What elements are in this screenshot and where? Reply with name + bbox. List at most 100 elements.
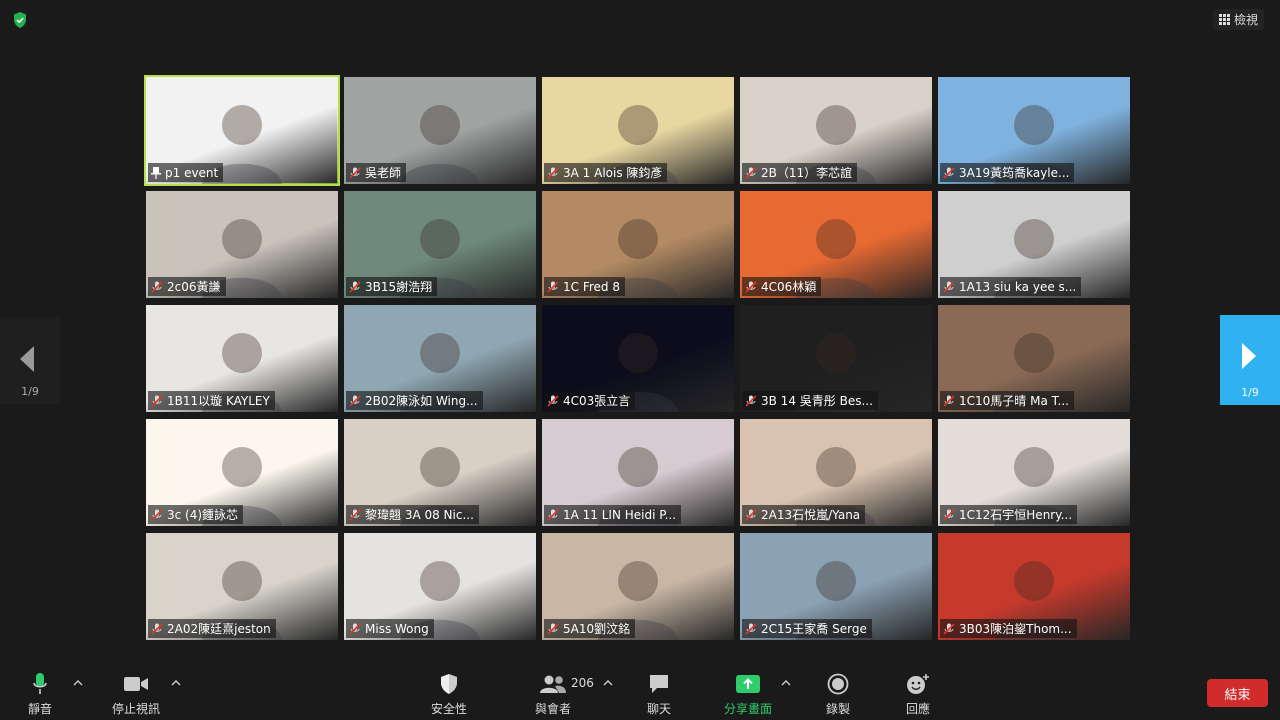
security-shield-icon[interactable] [10,10,30,30]
participant-video-tile[interactable]: 3c (4)鍾詠芯 [146,419,338,526]
participant-video-tile[interactable]: 2A02陳廷熹jeston [146,533,338,640]
participant-video-tile[interactable]: Miss Wong [344,533,536,640]
security-button[interactable]: 安全性 [431,672,467,717]
record-button[interactable]: 錄製 [826,672,850,717]
participant-name: 1B11以璇 KAYLEY [167,394,270,408]
participant-name-label: 2C15王家喬 Serge [742,619,872,638]
microphone-muted-icon [547,280,559,293]
participant-name-label: 吳老師 [346,163,407,182]
microphone-muted-icon [151,508,163,521]
participant-name-label: 4C06林穎 [742,277,822,296]
microphone-muted-icon [151,394,163,407]
shield-icon [439,672,459,696]
microphone-muted-icon [547,508,559,521]
reactions-label: 回應 [906,702,931,716]
participant-name: 2c06黃謙 [167,280,221,294]
participant-video-tile[interactable]: 3B15謝浩翔 [344,191,536,298]
next-page-indicator: 1/9 [1241,386,1259,399]
video-options-caret-icon[interactable] [171,678,181,686]
participant-name-label: 2B（11）李芯誼 [742,163,858,182]
microphone-muted-icon [547,622,559,635]
share-screen-label: 分享畫面 [724,702,773,716]
microphone-muted-icon [349,508,361,521]
microphone-muted-icon [547,394,559,407]
grid-view-icon [1218,14,1230,25]
participant-name-label: 4C03張立言 [544,391,636,410]
participant-video-tile[interactable]: 4C03張立言 [542,305,734,412]
participant-video-tile[interactable]: 1A13 siu ka yee s... [938,191,1130,298]
participant-video-tile[interactable]: 2C15王家喬 Serge [740,533,932,640]
participant-name: 3A 1 Alois 陳鈞彥 [563,166,663,180]
participant-video-tile[interactable]: 3A 1 Alois 陳鈞彥 [542,77,734,184]
participant-video-tile[interactable]: 2B02陳泳如 Wing... [344,305,536,412]
share-options-caret-icon[interactable] [781,678,791,686]
microphone-muted-icon [349,280,361,293]
participant-video-tile[interactable]: 4C06林穎 [740,191,932,298]
participants-button[interactable]: 與會者 [535,672,571,717]
participant-name: 1C10馬子晴 Ma T... [959,394,1069,408]
participant-name-label: 3B15謝浩翔 [346,277,438,296]
participant-video-tile[interactable]: 2B（11）李芯誼 [740,77,932,184]
participant-video-tile[interactable]: 黎瑋翹 3A 08 Nic... [344,419,536,526]
participant-name-label: 2A02陳廷熹jeston [148,619,276,638]
microphone-muted-icon [943,166,955,179]
participants-icon [539,672,567,696]
stop-video-label: 停止視訊 [112,702,161,716]
previous-page-indicator: 1/9 [21,385,39,398]
participant-name-label: 1C12石宇恒Henry... [940,505,1078,524]
participant-video-tile[interactable]: p1 event [144,75,340,186]
participant-video-tile[interactable]: 1B11以璇 KAYLEY [146,305,338,412]
microphone-muted-icon [349,166,361,179]
participants-label: 與會者 [535,702,572,716]
participant-video-tile[interactable]: 3B 14 吳青彤 Bes... [740,305,932,412]
participant-video-tile[interactable]: 3B03陳泊鋆Thom... [938,533,1130,640]
participant-name: 2B02陳泳如 Wing... [365,394,478,408]
emoji-reaction-icon [906,672,930,696]
microphone-muted-icon [745,508,757,521]
participant-name-label: 1B11以璇 KAYLEY [148,391,275,410]
participant-video-tile[interactable]: 2A13石悅嵐/Yana [740,419,932,526]
participant-name: 2A13石悅嵐/Yana [761,508,861,522]
share-screen-button[interactable]: 分享畫面 [724,672,772,717]
participant-video-tile[interactable]: 1A 11 LIN Heidi P... [542,419,734,526]
participants-options-caret-icon[interactable] [603,678,613,686]
participant-video-tile[interactable]: 2c06黃謙 [146,191,338,298]
stop-video-button[interactable]: 停止視訊 [112,672,160,717]
participant-count: 206 [571,676,594,690]
participant-video-tile[interactable]: 吳老師 [344,77,536,184]
audio-options-caret-icon[interactable] [73,678,83,686]
view-button[interactable]: 檢視 [1212,9,1264,30]
participant-video-tile[interactable]: 5A10劉汶銘 [542,533,734,640]
participant-name: 4C03張立言 [563,394,631,408]
view-label: 檢視 [1233,13,1258,27]
next-page-button[interactable]: 1/9 [1220,315,1280,405]
chat-label: 聊天 [647,702,672,716]
participant-video-tile[interactable]: 1C12石宇恒Henry... [938,419,1130,526]
end-meeting-button[interactable]: 結束 [1207,679,1268,707]
previous-page-button[interactable]: 1/9 [0,318,60,404]
participant-video-tile[interactable]: 3A19黃筠喬kayle... [938,77,1130,184]
participant-name: Miss Wong [365,621,429,636]
participant-name-label: Miss Wong [346,619,434,638]
record-label: 錄製 [826,702,851,716]
microphone-muted-icon [943,622,955,635]
participant-name: 3B 14 吳青彤 Bes... [761,394,873,408]
participant-name: 吳老師 [365,166,402,180]
participant-name-label: 1A13 siu ka yee s... [940,277,1082,296]
participant-name-label: 2B02陳泳如 Wing... [346,391,483,410]
microphone-muted-icon [745,280,757,293]
reactions-button[interactable]: 回應 [906,672,930,717]
participant-name-label: 5A10劉汶銘 [544,619,636,638]
microphone-muted-icon [547,166,559,179]
participant-name: 黎瑋翹 3A 08 Nic... [365,508,474,522]
participant-video-tile[interactable]: 1C Fred 8 [542,191,734,298]
participant-name: 1A 11 LIN Heidi P... [563,507,677,522]
security-label: 安全性 [431,702,468,716]
microphone-muted-icon [349,394,361,407]
participant-video-tile[interactable]: 1C10馬子晴 Ma T... [938,305,1130,412]
chevron-left-icon [20,346,34,372]
participant-name: 2A02陳廷熹jeston [167,622,271,636]
chat-button[interactable]: 聊天 [647,672,671,717]
participant-name: 1C Fred 8 [563,279,620,294]
mute-button[interactable]: 靜音 [28,672,52,717]
